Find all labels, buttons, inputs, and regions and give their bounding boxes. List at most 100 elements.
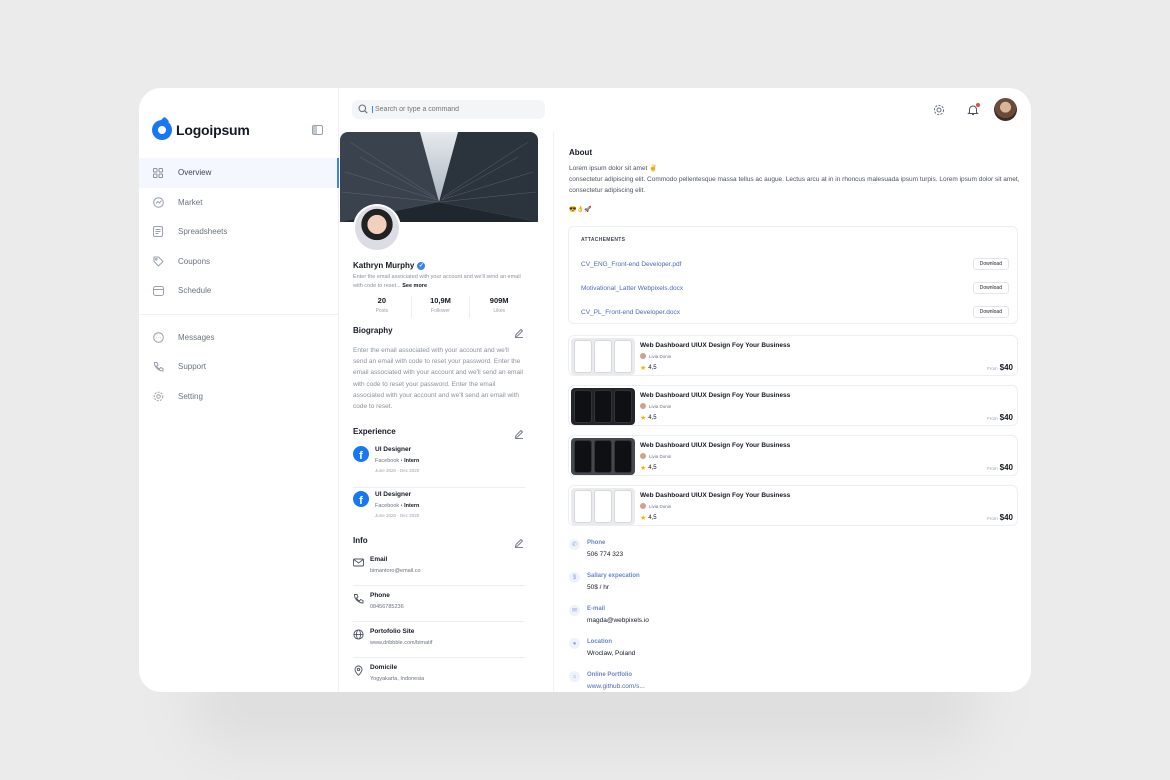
- author-name: Livia Donin: [649, 503, 672, 509]
- sidebar-item-support[interactable]: Support: [139, 352, 339, 382]
- download-button[interactable]: Download: [972, 306, 1009, 318]
- detail-location: ● Location Wroclaw, Poland: [569, 638, 869, 666]
- experience-dates: June 2020 - Dec 2020: [375, 513, 420, 518]
- product-title: Web Dashboard UIUX Design Foy Your Busin…: [640, 442, 791, 449]
- app-window: Logoipsum Overview Market Spreadsheets C…: [139, 88, 1031, 692]
- edit-info-icon[interactable]: [514, 535, 525, 548]
- settings-icon[interactable]: [932, 103, 946, 117]
- detail-portfolio: ⌂ Online Portfolio www.github.com/s...: [569, 671, 869, 692]
- user-avatar[interactable]: [994, 98, 1017, 121]
- sidebar: Logoipsum Overview Market Spreadsheets C…: [139, 88, 339, 692]
- star-icon: ★: [640, 465, 647, 472]
- search-input[interactable]: [372, 106, 532, 113]
- product-card[interactable]: Web Dashboard UIUX Design Foy Your Busin…: [568, 485, 1018, 526]
- about-text: Lorem ipsum dolor sit amet ✌ consectetur…: [569, 163, 1024, 196]
- price-from-label: From: [987, 416, 998, 421]
- download-button[interactable]: Download: [972, 258, 1009, 270]
- attachment-name[interactable]: Motivational_Latter Webpixels.docx: [581, 285, 683, 292]
- phone-icon: [152, 361, 164, 373]
- detail-value: 506 774 323: [587, 551, 624, 558]
- sidebar-item-messages[interactable]: Messages: [139, 323, 339, 353]
- detail-value[interactable]: magda@webpixels.io: [587, 617, 649, 624]
- sidebar-item-label: Messages: [178, 332, 215, 342]
- info-label: Email: [370, 556, 388, 563]
- search-bar[interactable]: [352, 100, 545, 119]
- sidebar-item-label: Spreadsheets: [178, 227, 228, 237]
- product-card[interactable]: Web Dashboard UIUX Design Foy Your Busin…: [568, 335, 1018, 376]
- price-value: $40: [999, 363, 1013, 372]
- experience-dates: June 2020 - Dec 2020: [375, 468, 420, 473]
- profile-panel: Kathryn Murphy ✓ Enter the email associa…: [340, 132, 538, 692]
- about-title: About: [569, 148, 593, 157]
- product-price: From $40: [987, 463, 1013, 472]
- detail-label: E-mail: [587, 606, 606, 612]
- attachment-name[interactable]: CV_ENG_Front-end Developer.pdf: [581, 261, 681, 268]
- info-label: Phone: [370, 592, 390, 599]
- detail-email: ✉ E-mail magda@webpixels.io: [569, 605, 869, 633]
- product-card[interactable]: Web Dashboard UIUX Design Foy Your Busin…: [568, 385, 1018, 426]
- product-rating: ★ 4,5: [640, 514, 657, 522]
- sidebar-item-label: Overview: [178, 168, 212, 178]
- info-label: Portofolio Site: [370, 628, 415, 635]
- stat-value: 909M: [489, 296, 509, 305]
- info-phone: Phone 08456785236: [353, 591, 528, 627]
- experience-title: Experience: [353, 427, 396, 436]
- product-card[interactable]: Web Dashboard UIUX Design Foy Your Busin…: [568, 435, 1018, 476]
- edit-experience-icon[interactable]: [514, 426, 525, 439]
- info-title: Info: [353, 536, 368, 545]
- sidebar-item-coupons[interactable]: Coupons: [139, 247, 339, 277]
- details-panel: About Lorem ipsum dolor sit amet ✌ conse…: [553, 132, 1031, 692]
- link-icon: ⌂: [569, 671, 580, 682]
- detail-label: Location: [587, 639, 612, 645]
- attachments-box: ATTACHEMENTS CV_ENG_Front-end Developer.…: [568, 226, 1018, 324]
- author-avatar: [640, 503, 646, 509]
- product-rating: ★ 4,5: [640, 464, 657, 472]
- divider: [353, 585, 525, 586]
- price-from-label: From: [987, 366, 998, 371]
- author-avatar: [640, 353, 646, 359]
- sidebar-item-schedule[interactable]: Schedule: [139, 276, 339, 306]
- experience-title-text: UI Designer: [375, 446, 412, 453]
- info-value[interactable]: www.dribbble.com/bimatif: [370, 640, 432, 646]
- product-thumbnail: [571, 438, 635, 475]
- company-name: Facebook: [375, 458, 400, 464]
- edit-biography-icon[interactable]: [514, 325, 525, 338]
- sidebar-toggle-icon[interactable]: [312, 125, 323, 135]
- rating-value: 4,5: [648, 465, 657, 471]
- experience-title-text: UI Designer: [375, 491, 412, 498]
- author-name: Livia Donin: [649, 403, 672, 409]
- about-line-2: consectetur adipiscing elit. Commodo pel…: [569, 176, 1020, 194]
- product-title: Web Dashboard UIUX Design Foy Your Busin…: [640, 392, 791, 399]
- detail-label: Phone: [587, 540, 606, 546]
- logo[interactable]: Logoipsum: [152, 120, 250, 140]
- attachment-row: CV_PL_Front-end Developer.docx Download: [581, 305, 1009, 319]
- money-icon: $: [569, 572, 580, 583]
- product-rating: ★ 4,5: [640, 414, 657, 422]
- facebook-icon: f: [353, 446, 369, 462]
- download-button[interactable]: Download: [972, 282, 1009, 294]
- rating-value: 4,5: [648, 515, 657, 521]
- star-icon: ★: [640, 365, 647, 372]
- grid-icon: [152, 167, 164, 179]
- star-icon: ★: [640, 515, 647, 522]
- see-more-link[interactable]: See more: [402, 283, 427, 289]
- attachment-name[interactable]: CV_PL_Front-end Developer.docx: [581, 309, 680, 316]
- profile-avatar[interactable]: [353, 204, 401, 252]
- detail-value[interactable]: www.github.com/s...: [587, 683, 645, 690]
- sidebar-item-label: Market: [178, 197, 203, 207]
- author-name: Livia Donin: [649, 353, 672, 359]
- stat-likes: 909M Likes: [470, 296, 528, 318]
- notification-bell-icon[interactable]: [966, 103, 980, 117]
- attachment-row: CV_ENG_Front-end Developer.pdf Download: [581, 257, 1009, 271]
- profile-description-text: Enter the email associated with your acc…: [353, 274, 521, 289]
- chat-icon: [152, 331, 164, 343]
- sidebar-item-spreadsheets[interactable]: Spreadsheets: [139, 217, 339, 247]
- tag-icon: [152, 255, 164, 267]
- detail-salary: $ Sallary expecation 50$ / hr: [569, 572, 869, 600]
- biography-title: Biography: [353, 326, 393, 335]
- notification-badge: [976, 103, 980, 107]
- sidebar-item-overview[interactable]: Overview: [139, 158, 339, 188]
- sidebar-item-setting[interactable]: Setting: [139, 382, 339, 412]
- sidebar-item-market[interactable]: Market: [139, 188, 339, 218]
- rating-value: 4,5: [648, 415, 657, 421]
